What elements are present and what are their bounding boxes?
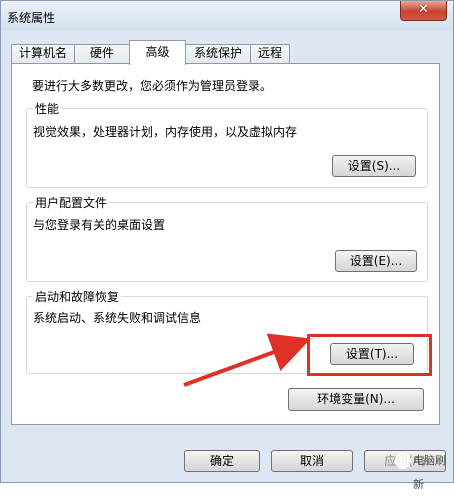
ok-button[interactable]: 确定 [184,450,260,472]
red-arrow-icon [183,333,312,387]
cancel-button[interactable]: 取消 [271,450,353,472]
watermark-logo-icon [395,453,411,469]
watermark-text: 电脑刷新 [413,454,446,491]
watermark: 电脑刷新 [373,449,451,491]
system-properties-window: 系统属性 ✕ 计算机名 硬件 高级 系统保护 远程 要进行大多数更改，您必须作为… [0,0,454,491]
environment-variables-button[interactable]: 环境变量(N)... [288,388,424,411]
tab-advanced[interactable]: 高级 [129,40,186,65]
